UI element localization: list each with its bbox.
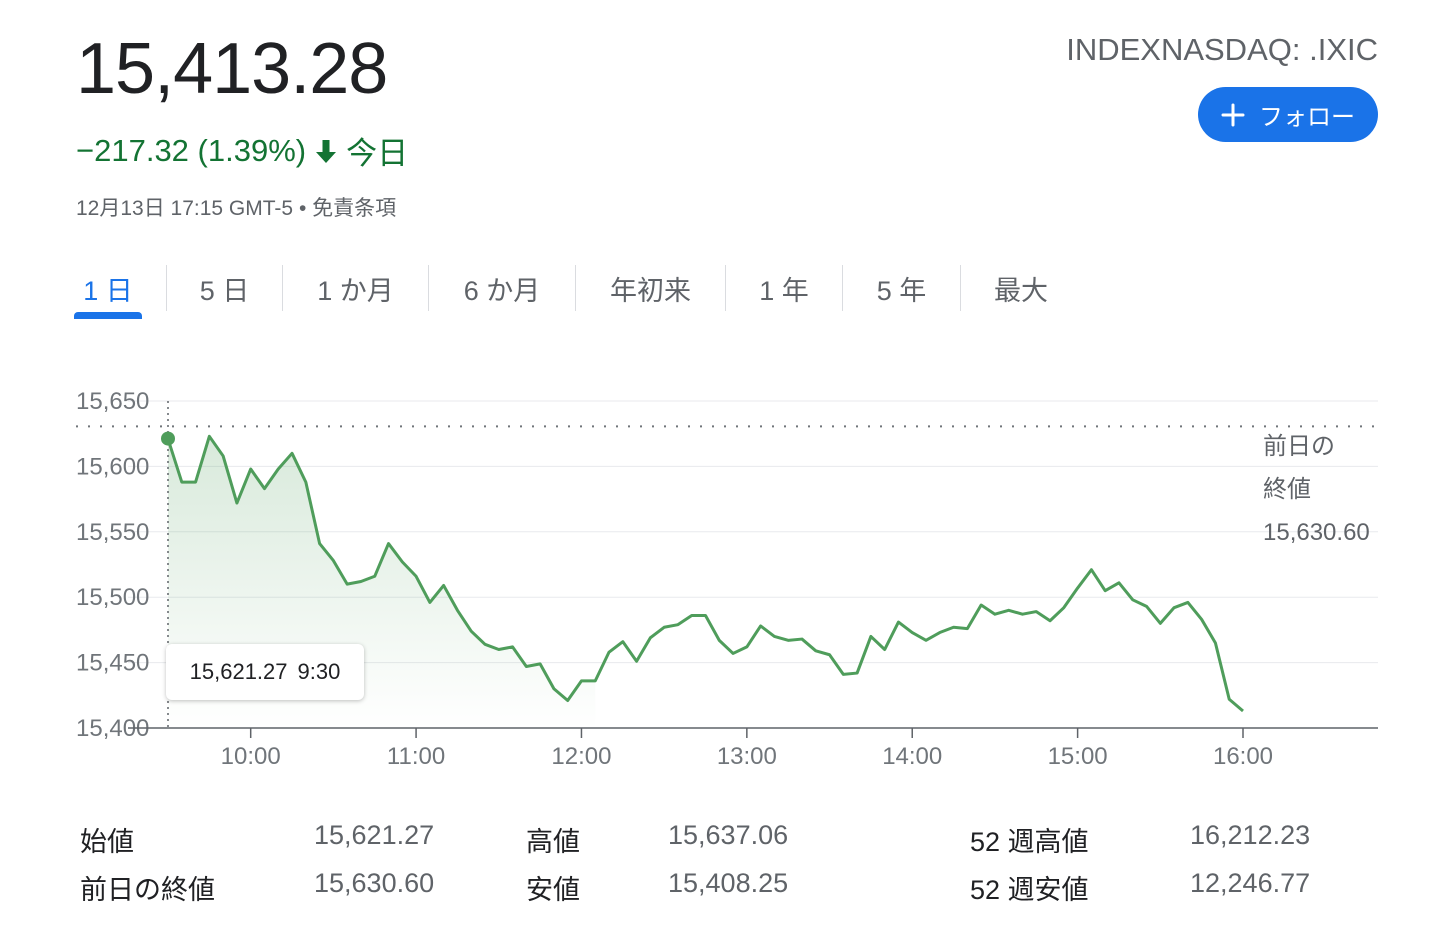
stat-52w-low-label: 52 週安値 [970, 875, 1089, 905]
x-tick-label: 16:00 [1213, 743, 1273, 770]
tab-5-years[interactable]: 5 年 [843, 262, 960, 314]
hover-point[interactable] [161, 431, 175, 446]
change-period: 今日 [346, 136, 409, 171]
arrow-down-icon [316, 139, 337, 163]
y-tick-label: 15,600 [76, 453, 149, 480]
tab-1-day[interactable]: 1 日 [74, 262, 142, 319]
x-tick-label: 10:00 [221, 743, 281, 770]
tab-label: 1 日 [83, 275, 133, 306]
stat-low-label: 安値 [526, 875, 580, 905]
price-change: −217.32 (1.39%) 今日 [76, 128, 408, 173]
stat-prev-close-value: 15,630.60 [314, 868, 435, 898]
tab-1-month[interactable]: 1 か月 [283, 262, 428, 314]
x-tick-label: 11:00 [387, 743, 445, 770]
tab-label: 6 か月 [463, 275, 541, 306]
tab-max[interactable]: 最大 [961, 262, 1081, 314]
previous-close-label: 前日の [1263, 433, 1335, 460]
stat-open-value: 15,621.27 [314, 820, 435, 850]
x-axis: 10:00 11:00 12:00 13:00 14:00 15:00 16:00 [221, 728, 1273, 770]
tab-label: 1 か月 [317, 275, 394, 306]
range-tabs: 1 日 5 日 1 か月 6 か月 年初来 1 年 5 年 最大 [74, 262, 1081, 322]
stat-high-label: 高値 [526, 827, 580, 857]
tab-5-days[interactable]: 5 日 [167, 262, 282, 314]
y-axis: 15,65015,60015,55015,50015,45015,400 [76, 388, 149, 742]
tab-label: 年初来 [610, 275, 691, 306]
x-tick-label: 15:00 [1048, 743, 1108, 770]
tab-6-months[interactable]: 6 か月 [429, 262, 575, 314]
previous-close-value: 15,630.60 [1263, 519, 1370, 546]
ticker-symbol: INDEXNASDAQ: .IXIC [1066, 32, 1378, 67]
tab-1-year[interactable]: 1 年 [726, 262, 842, 314]
y-tick-label: 15,650 [76, 388, 149, 415]
quote-price: 15,413.28 [76, 29, 388, 109]
y-tick-label: 15,550 [76, 519, 149, 546]
change-value: −217.32 (1.39%) [76, 132, 307, 168]
quote-timestamp: 12月13日 17:15 GMT-5 • 免責条項 [76, 197, 397, 220]
tab-label: 1 年 [759, 275, 809, 306]
stat-low-value: 15,408.25 [668, 868, 789, 898]
follow-label: フォロー [1259, 104, 1355, 131]
x-tick-label: 14:00 [882, 743, 942, 770]
stat-prev-close-label: 前日の終値 [80, 875, 215, 905]
tab-label: 5 日 [199, 275, 250, 306]
tooltip-time: 9:30 [297, 659, 341, 684]
tab-ytd[interactable]: 年初来 [576, 262, 725, 314]
chart-tooltip: 15,621.27 9:30 [166, 644, 364, 700]
stat-52w-high-value: 16,212.23 [1190, 820, 1311, 850]
stat-52w-high-label: 52 週高値 [970, 827, 1089, 857]
follow-button[interactable]: フォロー [1198, 87, 1378, 142]
price-chart[interactable]: 15,65015,60015,55015,50015,45015,400 10:… [0, 370, 1442, 790]
y-tick-label: 15,450 [76, 650, 149, 677]
x-tick-label: 12:00 [551, 743, 611, 770]
plus-icon [1221, 103, 1245, 126]
stat-52w-low-value: 12,246.77 [1190, 868, 1311, 898]
previous-close-label: 終値 [1263, 476, 1311, 503]
stat-high-value: 15,637.06 [668, 820, 789, 850]
y-tick-label: 15,500 [76, 584, 149, 611]
tab-label: 5 年 [876, 275, 927, 306]
stat-open-label: 始値 [80, 827, 134, 857]
tab-label: 最大 [994, 275, 1048, 306]
x-tick-label: 13:00 [717, 743, 777, 770]
stats-table: 始値 15,621.27 前日の終値 15,630.60 高値 15,637.0… [80, 812, 1380, 912]
tooltip-value: 15,621.27 [189, 659, 288, 684]
